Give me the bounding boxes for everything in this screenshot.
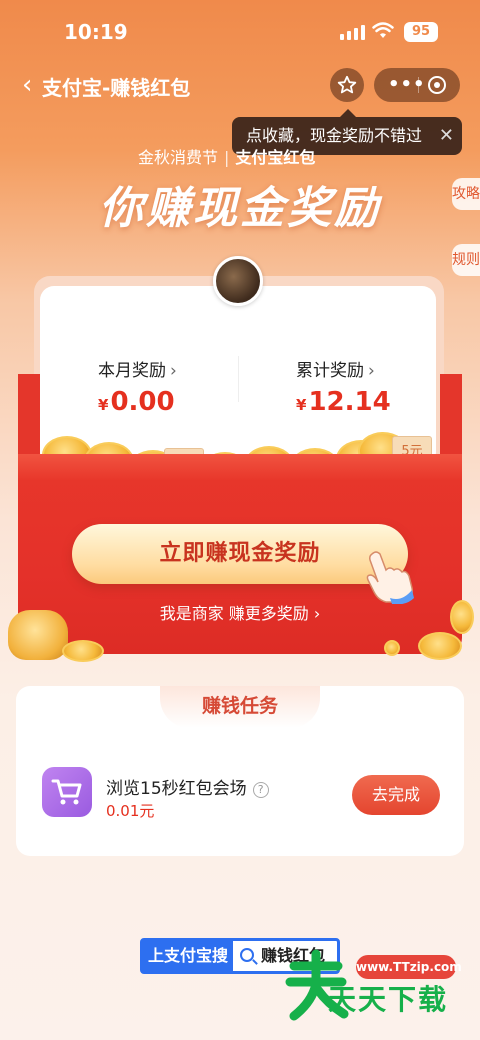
- avatar: [213, 256, 263, 306]
- total-reward-value: 12.14: [308, 387, 391, 417]
- headline: 你赚现金奖励: [99, 183, 381, 234]
- status-bar: 10:19 95: [0, 0, 480, 62]
- monthly-reward-label: 本月奖励: [98, 361, 166, 381]
- watermark-url: www.TTzip.com: [356, 955, 462, 979]
- coin-icon: [384, 640, 400, 656]
- earn-reward-button[interactable]: 立即赚现金奖励: [72, 524, 408, 584]
- task-item-title-text: 浏览15秒红包会场: [106, 779, 247, 799]
- page-title: 支付宝-赚钱红包: [42, 76, 191, 100]
- total-reward[interactable]: 累计奖励 › ¥12.14: [296, 356, 391, 417]
- wifi-icon: [372, 22, 394, 38]
- search-promo-prefix: 上支付宝搜: [143, 941, 233, 971]
- chevron-right-icon: ›: [368, 361, 375, 381]
- money-bag-icon: [8, 610, 68, 660]
- side-tab-guide[interactable]: 攻略: [452, 178, 480, 210]
- side-tab-rules-label: 规则: [452, 252, 480, 268]
- task-item-reward: 0.01元: [106, 802, 155, 820]
- festival-line: 金秋消费节 | 支付宝红包: [138, 148, 316, 167]
- close-miniapp-icon[interactable]: [428, 76, 446, 94]
- pointing-hand-icon: [366, 551, 414, 604]
- side-tab-guide-label: 攻略: [452, 186, 480, 202]
- shopping-cart-icon: [51, 779, 82, 805]
- status-time: 10:19: [64, 20, 128, 44]
- tooltip-text: 点收藏，现金奖励不错过: [246, 126, 423, 145]
- monthly-reward[interactable]: 本月奖励 › ¥0.00: [98, 356, 177, 417]
- task-section-title: 赚钱任务: [160, 686, 320, 728]
- more-icon[interactable]: •••: [388, 76, 425, 94]
- favorite-button[interactable]: [330, 68, 364, 102]
- battery-indicator: 95: [404, 22, 438, 42]
- star-icon: [337, 75, 357, 94]
- watermark-text: 天天下载: [328, 983, 449, 1016]
- close-icon[interactable]: ✕: [439, 117, 454, 155]
- merchant-link[interactable]: 我是商家 赚更多奖励 ›: [0, 600, 480, 624]
- coin-icon: [62, 640, 104, 662]
- festival-name: 金秋消费节: [138, 148, 219, 167]
- search-icon: [240, 948, 254, 962]
- miniapp-capsule: •••: [374, 68, 460, 102]
- nav-bar: ‹ 支付宝-赚钱红包 •••: [0, 62, 480, 108]
- task-item-title: 浏览15秒红包会场?: [106, 774, 269, 799]
- complete-task-button[interactable]: 去完成: [352, 775, 440, 815]
- task-item-icon: [42, 767, 92, 817]
- currency-symbol: ¥: [98, 396, 109, 414]
- monthly-reward-value: 0.00: [110, 387, 175, 417]
- back-chevron-icon[interactable]: ‹: [22, 72, 42, 98]
- help-icon[interactable]: ?: [252, 782, 269, 798]
- festival-partner: 支付宝红包: [235, 148, 316, 167]
- capsule-divider: [418, 77, 419, 93]
- total-reward-label: 累计奖励: [296, 361, 364, 381]
- signal-icon: [340, 25, 365, 40]
- coin-icon: [418, 632, 462, 660]
- coin-icon: [450, 600, 474, 634]
- side-tab-rules[interactable]: 规则: [452, 244, 480, 276]
- chevron-right-icon: ›: [170, 361, 177, 381]
- stat-divider: [238, 356, 239, 402]
- currency-symbol: ¥: [296, 396, 307, 414]
